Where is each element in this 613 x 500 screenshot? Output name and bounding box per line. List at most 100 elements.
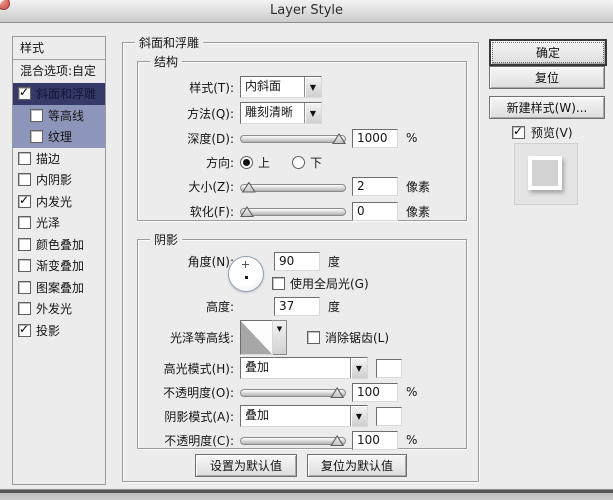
slider-track[interactable] [240, 437, 346, 445]
shadow-mode-dropdown[interactable]: 叠加 ▼ [240, 405, 368, 427]
size-row: 大小(Z): 2 像素 [138, 174, 466, 199]
anti-alias-label[interactable]: 消除锯齿(L) [325, 329, 389, 346]
sidebar-item[interactable]: 图案叠加 [13, 277, 105, 299]
depth-input[interactable]: 1000 [352, 128, 398, 148]
direction-down-radio[interactable] [292, 155, 306, 169]
reset-default-button[interactable]: 复位为默认值 [307, 454, 407, 477]
highlight-mode-row: 高光模式(H): 叠加 ▼ [138, 356, 466, 380]
sidebar-item-label: 内阴影 [36, 173, 73, 188]
effect-checkbox[interactable] [18, 302, 31, 316]
soften-input[interactable]: 0 [352, 201, 398, 221]
direction-down-label[interactable]: 下 [310, 154, 322, 171]
slider-track[interactable] [240, 135, 346, 143]
window-bottom-edge [0, 489, 613, 500]
sidebar-item-blending-options[interactable]: 混合选项:自定 [13, 60, 105, 83]
gloss-contour-picker[interactable]: ▼ [240, 319, 287, 355]
direction-up-label[interactable]: 上 [258, 154, 270, 171]
sidebar-item-label: 光泽 [36, 216, 61, 231]
angle-input[interactable]: 90 [274, 251, 320, 271]
sidebar-item[interactable]: 内发光 [13, 191, 105, 213]
chevron-down-icon[interactable]: ▼ [304, 103, 321, 123]
effect-checkbox[interactable] [18, 237, 31, 251]
effect-checkbox[interactable] [18, 151, 31, 165]
sidebar-item-label: 描边 [36, 151, 61, 166]
size-input[interactable]: 2 [352, 177, 398, 196]
preview-swatch-icon [528, 156, 562, 190]
reset-button[interactable]: 复位 [489, 66, 605, 89]
altitude-unit: 度 [328, 299, 341, 314]
sidebar-item[interactable]: 投影 [13, 320, 105, 342]
direction-up-radio[interactable] [240, 155, 253, 169]
highlight-mode-label: 高光模式(H): [163, 361, 234, 376]
anti-alias-checkbox[interactable] [307, 330, 320, 344]
size-unit: 像素 [406, 180, 431, 194]
effect-checkbox[interactable] [18, 322, 31, 337]
global-light-checkbox[interactable] [272, 276, 285, 290]
technique-dropdown[interactable]: 雕刻清晰 ▼ [240, 102, 322, 124]
slider-track[interactable] [240, 389, 346, 397]
technique-label: 方法(Q): [187, 106, 234, 121]
chevron-down-icon[interactable]: ▼ [273, 319, 287, 355]
sidebar-item-label: 图案叠加 [36, 280, 85, 295]
contour-thumbnail-icon[interactable] [240, 319, 273, 355]
sidebar-item[interactable]: 光泽 [13, 212, 105, 234]
effect-checkbox[interactable] [30, 130, 43, 144]
sidebar-item[interactable]: 斜面和浮雕 [13, 83, 105, 105]
highlight-color-swatch[interactable] [376, 358, 402, 378]
set-default-button[interactable]: 设置为默认值 [195, 454, 297, 477]
effect-checkbox[interactable] [18, 259, 31, 273]
new-style-button[interactable]: 新建样式(W)... [489, 96, 605, 119]
sidebar-item[interactable]: 等高线 [13, 104, 105, 126]
sidebar-item[interactable]: 颜色叠加 [13, 234, 105, 256]
sidebar-item[interactable]: 描边 [13, 148, 105, 170]
shadow-opacity-input[interactable]: 100 [352, 430, 398, 450]
shadow-mode-label: 阴影模式(A): [164, 409, 234, 424]
shadow-opacity-slider[interactable] [240, 432, 346, 448]
highlight-opacity-label: 不透明度(O): [163, 385, 234, 400]
effect-checkbox[interactable] [18, 193, 31, 208]
effect-checkbox[interactable] [18, 280, 31, 294]
ok-button[interactable]: 确定 [489, 39, 607, 66]
global-light-row: 使用全局光(G) [138, 272, 466, 294]
styles-sidebar: 样式 混合选项:自定 斜面和浮雕等高线纹理描边内阴影内发光光泽颜色叠加渐变叠加图… [12, 36, 106, 485]
chevron-down-icon[interactable]: ▼ [304, 77, 321, 97]
effect-checkbox[interactable] [18, 173, 31, 187]
depth-slider[interactable] [240, 130, 346, 146]
size-slider[interactable] [240, 179, 346, 195]
sidebar-item[interactable]: 纹理 [13, 126, 105, 148]
sidebar-item[interactable]: 外发光 [13, 298, 105, 320]
preview-row: 预览(V) [512, 124, 573, 141]
depth-unit: % [406, 131, 418, 145]
altitude-input[interactable]: 37 [274, 296, 320, 316]
sidebar-list: 斜面和浮雕等高线纹理描边内阴影内发光光泽颜色叠加渐变叠加图案叠加外发光投影 [13, 83, 105, 341]
global-light-label[interactable]: 使用全局光(G) [290, 275, 369, 292]
direction-label: 方向: [205, 155, 234, 170]
effect-checkbox[interactable] [18, 85, 31, 101]
highlight-opacity-slider[interactable] [240, 384, 346, 400]
preview-label[interactable]: 预览(V) [531, 124, 573, 141]
preview-checkbox[interactable] [512, 124, 525, 139]
window-title: Layer Style [269, 3, 344, 18]
effect-checkbox[interactable] [30, 108, 43, 122]
soften-slider[interactable] [240, 203, 346, 219]
angle-center-dot-icon [245, 276, 248, 279]
structure-group: 结构 样式(T): 内斜面 ▼ 方法(Q): 雕刻清晰 ▼ 深度(D): 100… [137, 53, 467, 221]
slider-track[interactable] [240, 208, 346, 216]
highlight-opacity-input[interactable]: 100 [352, 382, 398, 402]
chevron-down-icon[interactable]: ▼ [350, 358, 367, 378]
sidebar-item-label: 颜色叠加 [36, 237, 85, 252]
shadow-color-swatch[interactable] [376, 406, 402, 426]
titlebar[interactable]: Layer Style [0, 0, 613, 23]
angle-dial[interactable] [228, 256, 264, 292]
highlight-mode-value: 叠加 [245, 360, 270, 374]
sidebar-item[interactable]: 渐变叠加 [13, 255, 105, 277]
slider-track[interactable] [240, 183, 346, 192]
highlight-mode-dropdown[interactable]: 叠加 ▼ [240, 357, 368, 379]
shadow-opacity-label: 不透明度(C): [164, 433, 234, 448]
layer-style-dialog: Layer Style 样式 混合选项:自定 斜面和浮雕等高线纹理描边内阴影内发… [0, 0, 613, 500]
sidebar-item[interactable]: 内阴影 [13, 169, 105, 191]
effect-checkbox[interactable] [18, 216, 31, 230]
style-dropdown[interactable]: 内斜面 ▼ [240, 76, 322, 98]
shading-group-title: 阴影 [150, 231, 183, 248]
chevron-down-icon[interactable]: ▼ [350, 406, 367, 426]
